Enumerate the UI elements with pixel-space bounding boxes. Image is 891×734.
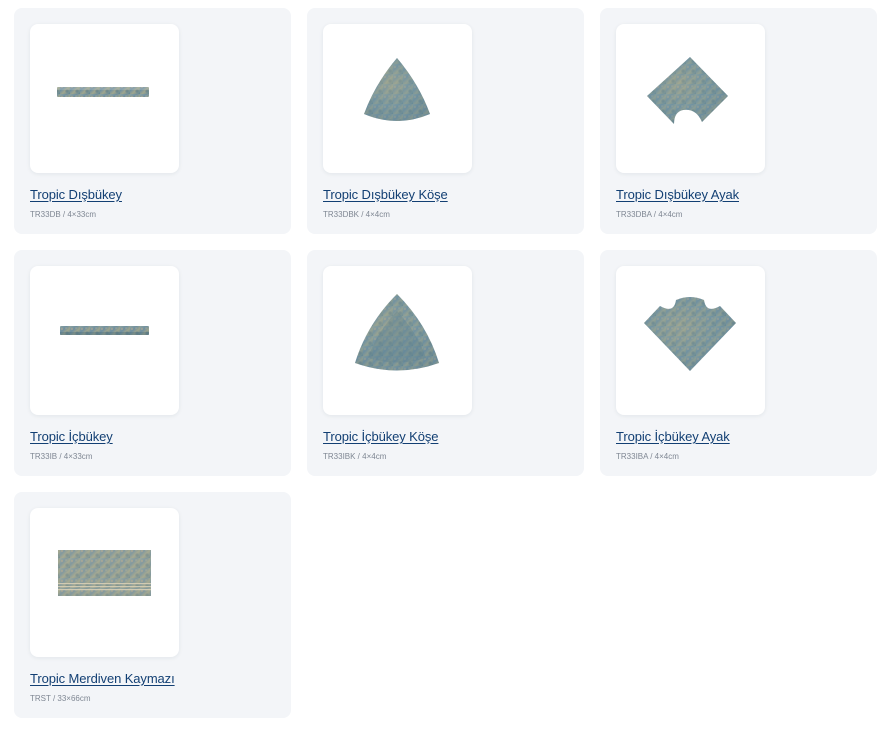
convex-bar-icon — [57, 87, 149, 97]
product-code-size: TR33DBA / 4×4cm — [616, 210, 683, 219]
stair-nosing-icon — [58, 550, 151, 596]
concave-bar-icon — [60, 326, 149, 335]
product-title-link[interactable]: Tropic İçbükey Köşe — [323, 429, 439, 444]
product-image[interactable] — [30, 24, 179, 173]
product-image[interactable] — [323, 24, 472, 173]
product-code-size: TR33IB / 4×33cm — [30, 452, 93, 461]
product-card: Tropic Merdiven Kaymazı TRST / 33×66cm — [14, 492, 291, 718]
product-code-size: TR33IBK / 4×4cm — [323, 452, 387, 461]
convex-corner-icon — [364, 58, 430, 121]
product-card: Tropic İçbükey Köşe TR33IBK / 4×4cm — [307, 250, 584, 476]
product-title-link[interactable]: Tropic Dışbükey Köşe — [323, 187, 448, 202]
concave-foot-icon — [644, 297, 736, 371]
product-image[interactable] — [30, 266, 179, 415]
product-card: Tropic İçbükey TR33IB / 4×33cm — [14, 250, 291, 476]
product-card: Tropic Dışbükey TR33DB / 4×33cm — [14, 8, 291, 234]
product-title-link[interactable]: Tropic İçbükey — [30, 429, 113, 444]
product-image[interactable] — [323, 266, 472, 415]
product-code-size: TRST / 33×66cm — [30, 694, 91, 703]
product-title-link[interactable]: Tropic Merdiven Kaymazı — [30, 671, 175, 686]
product-image[interactable] — [616, 24, 765, 173]
product-card: Tropic Dışbükey Ayak TR33DBA / 4×4cm — [600, 8, 877, 234]
product-image[interactable] — [616, 266, 765, 415]
product-card: Tropic Dışbükey Köşe TR33DBK / 4×4cm — [307, 8, 584, 234]
product-card: Tropic İçbükey Ayak TR33IBA / 4×4cm — [600, 250, 877, 476]
convex-foot-icon — [647, 57, 728, 124]
concave-corner-icon — [355, 294, 439, 371]
product-image[interactable] — [30, 508, 179, 657]
product-code-size: TR33DBK / 4×4cm — [323, 210, 390, 219]
product-code-size: TR33DB / 4×33cm — [30, 210, 97, 219]
product-code-size: TR33IBA / 4×4cm — [616, 452, 679, 461]
product-title-link[interactable]: Tropic Dışbükey — [30, 187, 122, 202]
product-grid: Tropic Dışbükey TR33DB / 4×33cm Tropic D… — [14, 8, 877, 718]
product-title-link[interactable]: Tropic İçbükey Ayak — [616, 429, 730, 444]
product-title-link[interactable]: Tropic Dışbükey Ayak — [616, 187, 739, 202]
